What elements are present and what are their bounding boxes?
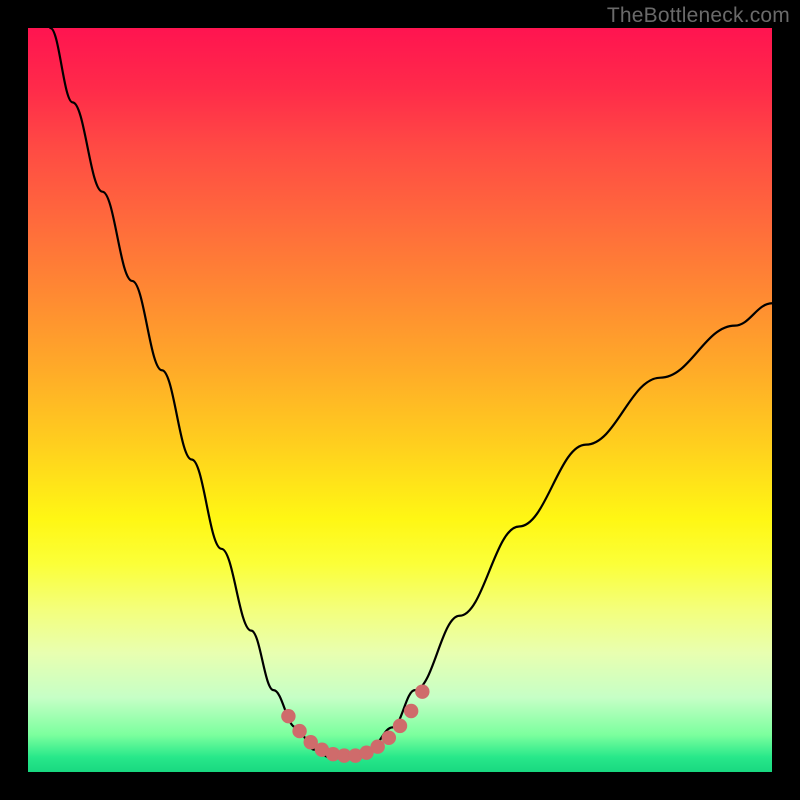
watermark-text: TheBottleneck.com [607, 4, 790, 28]
optimal-range-dot [292, 724, 306, 738]
optimal-range-dot [404, 704, 418, 718]
chart-svg [28, 28, 772, 772]
optimal-range-dot [370, 740, 384, 754]
chart-plot-area [28, 28, 772, 772]
optimal-range-dot [281, 709, 295, 723]
optimal-range-dot [415, 684, 429, 698]
optimal-range-dot [393, 719, 407, 733]
bottleneck-curve-line [50, 28, 772, 757]
optimal-range-markers [281, 684, 429, 762]
optimal-range-dot [382, 731, 396, 745]
